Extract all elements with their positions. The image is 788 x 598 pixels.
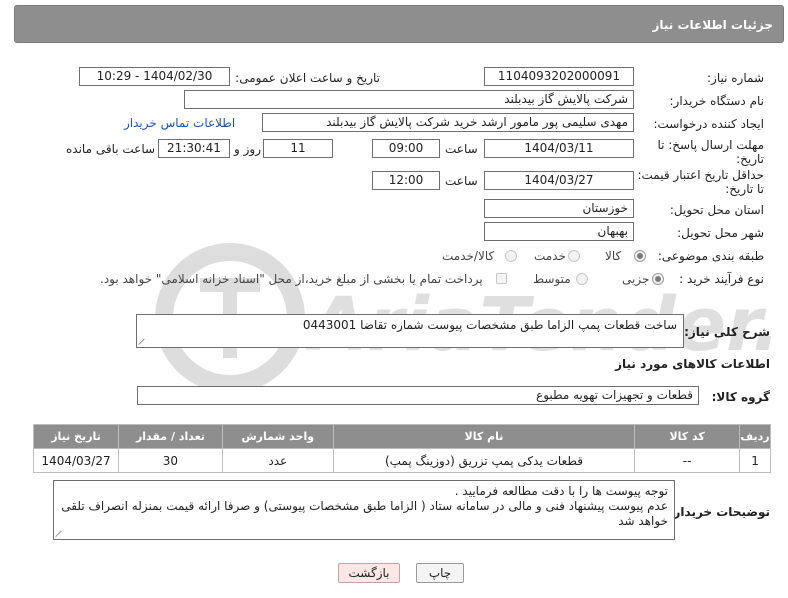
category-radio-goods-service[interactable]	[505, 250, 517, 262]
remaining-time-field: 21:30:41	[158, 139, 230, 158]
need-number-label: شماره نیاز:	[707, 71, 764, 85]
days-field: 11	[263, 139, 333, 158]
process-option-medium: متوسط	[533, 272, 571, 286]
col-header-item-name: نام کالا	[332, 424, 636, 449]
requester-label: ایجاد کننده درخواست:	[653, 117, 764, 131]
back-button[interactable]: بازگشت	[338, 563, 400, 583]
cell-need-date: 1404/03/27	[32, 448, 120, 473]
price-time-field: 12:00	[372, 171, 440, 190]
description-label: شرح کلی نیاز:	[684, 325, 770, 339]
payment-note: پرداخت تمام یا بخشی از مبلغ خرید،از محل …	[100, 272, 483, 286]
buyer-notes-line-1: توجه پیوست ها را با دقت مطالعه فرمایید .	[454, 484, 668, 498]
reply-deadline-label-2: تاریخ:	[736, 152, 764, 166]
col-header-row-number: ردیف	[739, 424, 771, 449]
cell-row-number: 1	[739, 448, 771, 473]
announce-label: تاریخ و ساعت اعلان عمومی:	[235, 71, 380, 85]
price-date-field: 1404/03/27	[484, 171, 634, 190]
goods-group-field: قطعات و تجهیزات تهویه مطبوع	[137, 386, 699, 405]
table-row: 1 -- قطعات یدکی پمپ تزریق (دوزینگ پمپ) ع…	[32, 448, 771, 473]
treasury-payment-checkbox[interactable]	[496, 273, 507, 284]
requester-field: مهدی سلیمی پور مامور ارشد خرید شرکت پالا…	[262, 113, 634, 132]
goods-group-label: گروه کالا:	[711, 390, 770, 404]
category-radio-service[interactable]	[568, 250, 580, 262]
col-header-quantity: تعداد / مقدار	[118, 424, 223, 449]
reply-deadline-label: مهلت ارسال پاسخ: تا	[657, 138, 764, 152]
category-option-goods-service: کالا/خدمت	[442, 249, 495, 263]
reply-time-field: 09:00	[372, 139, 440, 158]
col-header-unit: واحد شمارش	[221, 424, 334, 449]
buyer-org-label: نام دستگاه خریدار:	[669, 94, 765, 108]
city-field: بهبهان	[484, 222, 634, 241]
buyer-notes-textarea[interactable]: توجه پیوست ها را با دقت مطالعه فرمایید .…	[53, 480, 675, 540]
remaining-label: ساعت باقی مانده	[66, 142, 156, 156]
process-radio-minor[interactable]	[652, 273, 664, 285]
description-text: ساخت قطعات پمپ الزاما طبق مشخصات پیوست ش…	[302, 318, 677, 332]
category-option-service: خدمت	[534, 249, 566, 263]
page-title: جزئیات اطلاعات نیاز	[652, 18, 773, 32]
cell-item-code: --	[634, 448, 741, 473]
city-label: شهر محل تحویل:	[677, 226, 764, 240]
announce-field: 1404/02/30 - 10:29	[79, 67, 230, 86]
buyer-org-field: شرکت پالایش گاز بیدبلند	[184, 90, 634, 109]
price-validity-label-2: تا تاریخ:	[725, 182, 764, 196]
process-radio-medium[interactable]	[576, 273, 588, 285]
description-textarea[interactable]: ساخت قطعات پمپ الزاما طبق مشخصات پیوست ش…	[136, 314, 684, 348]
cell-item-name: قطعات یدکی پمپ تزریق (دوزینگ پمپ)	[332, 448, 636, 473]
page-header: جزئیات اطلاعات نیاز	[14, 5, 784, 43]
col-header-item-code: کد کالا	[634, 424, 741, 449]
cell-unit: عدد	[221, 448, 334, 473]
print-button[interactable]: چاپ	[416, 563, 464, 583]
reply-time-label: ساعت	[445, 142, 478, 156]
resize-grip-icon[interactable]	[56, 529, 64, 537]
items-table: ردیف کد کالا نام کالا واحد شمارش تعداد /…	[32, 424, 771, 473]
table-header-row: ردیف کد کالا نام کالا واحد شمارش تعداد /…	[32, 424, 771, 449]
category-label: طبقه بندی موضوعی:	[657, 249, 764, 263]
price-time-label: ساعت	[445, 174, 478, 188]
resize-grip-icon[interactable]	[139, 337, 147, 345]
category-radio-goods[interactable]	[634, 250, 646, 262]
buyer-notes-line-2: عدم پیوست پیشنهاد فنی و مالی در سامانه س…	[61, 499, 668, 528]
buyer-notes-label: توضیحات خریدار:	[668, 505, 770, 519]
province-label: استان محل تحویل:	[669, 203, 764, 217]
process-option-minor: جزیی	[622, 272, 650, 286]
col-header-need-date: تاریخ نیاز	[32, 424, 120, 449]
cell-quantity: 30	[118, 448, 223, 473]
contact-info-link[interactable]: اطلاعات تماس خریدار	[124, 116, 235, 130]
province-field: خوزستان	[484, 199, 634, 218]
category-option-goods: کالا	[605, 249, 622, 263]
need-number-field: 1104093202000091	[484, 67, 634, 86]
days-label: روز و	[234, 142, 261, 156]
reply-date-field: 1404/03/11	[484, 139, 634, 158]
goods-section-title: اطلاعات کالاهای مورد نیاز	[615, 357, 770, 371]
price-validity-label: حداقل تاریخ اعتبار قیمت:	[637, 168, 764, 182]
process-label: نوع فرآیند خرید :	[679, 272, 764, 286]
